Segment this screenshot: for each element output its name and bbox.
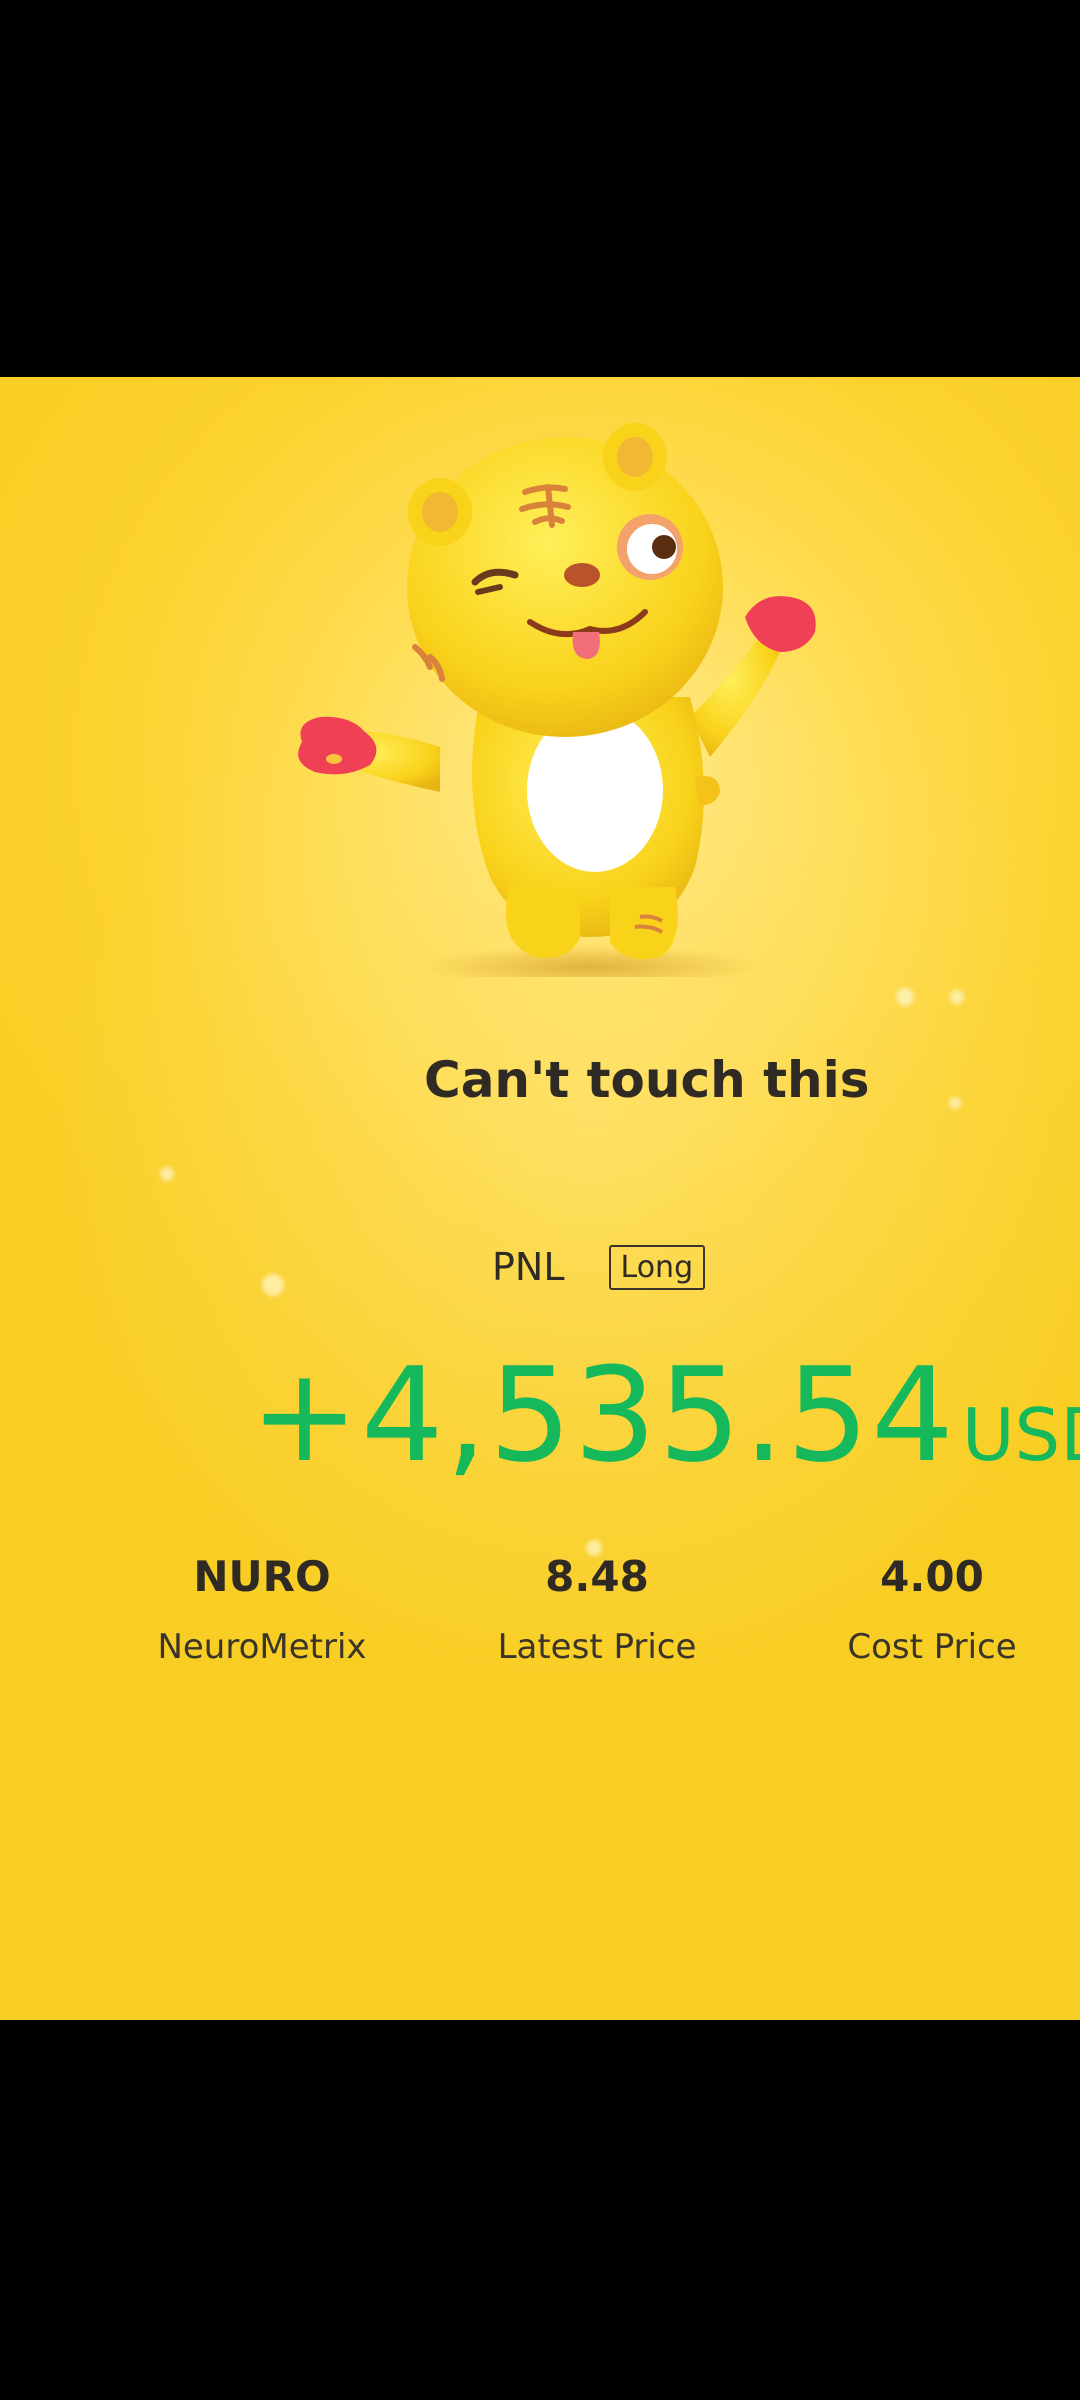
stat-label: Cost Price bbox=[847, 1627, 1017, 1667]
stats-row: NURO NeuroMetrix 8.48 Latest Price 4.00 … bbox=[0, 1547, 1080, 1687]
stat-value: NURO bbox=[193, 1552, 331, 1601]
stat-value: 8.48 bbox=[545, 1552, 649, 1601]
sparkle bbox=[950, 990, 964, 1004]
stat-latest-price: 8.48 Latest Price bbox=[427, 1547, 767, 1667]
bottom-letterbox bbox=[0, 2020, 1080, 2400]
pnl-label: PNL bbox=[492, 1245, 565, 1289]
pnl-currency: USD bbox=[961, 1393, 1080, 1477]
pnl-amount: +4,535.54 USD bbox=[250, 1339, 1080, 1491]
pnl-row: PNL Long bbox=[492, 1237, 706, 1297]
stat-label: Latest Price bbox=[497, 1627, 697, 1667]
stat-cost-price: 4.00 Cost Price bbox=[762, 1547, 1080, 1667]
share-headline: Can't touch this bbox=[424, 1051, 870, 1109]
share-card: Can't touch this PNL Long +4,535.54 USD … bbox=[0, 377, 1080, 2020]
sparkle bbox=[896, 988, 914, 1006]
sparkle bbox=[262, 1274, 284, 1296]
sparkle bbox=[160, 1167, 174, 1181]
position-type-badge: Long bbox=[608, 1244, 706, 1290]
stat-value: 4.00 bbox=[880, 1552, 984, 1601]
tiger-mascot-icon bbox=[298, 423, 816, 977]
pnl-amount-value: +4,535.54 bbox=[250, 1339, 956, 1491]
stat-label: NeuroMetrix bbox=[157, 1627, 367, 1667]
top-letterbox bbox=[0, 0, 1080, 377]
stat-symbol: NURO NeuroMetrix bbox=[92, 1547, 432, 1667]
